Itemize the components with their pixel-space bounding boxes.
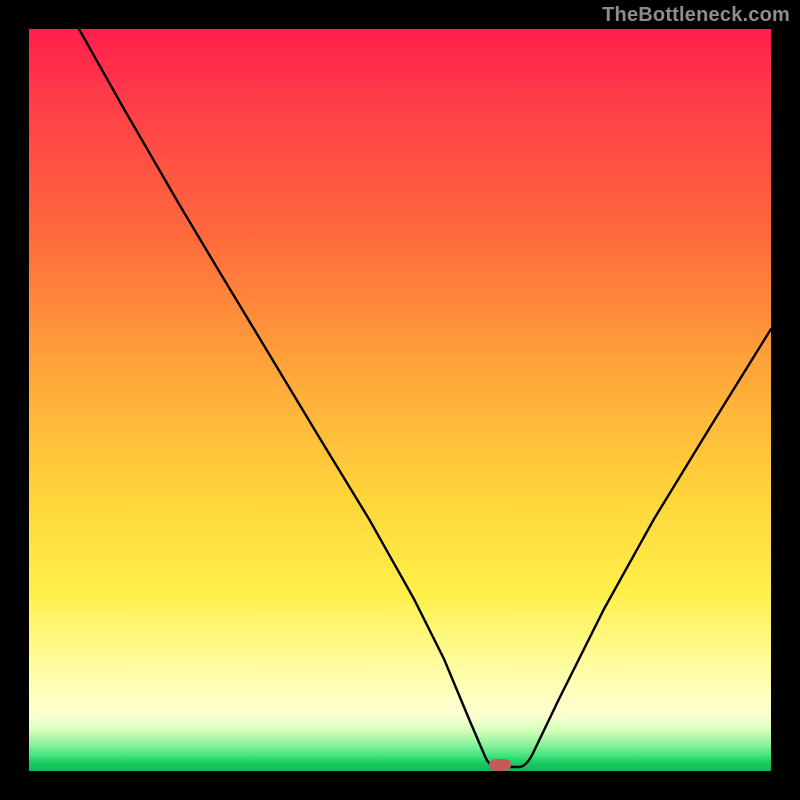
- plot-area: [29, 29, 771, 771]
- watermark-text: TheBottleneck.com: [602, 4, 790, 27]
- optimum-marker: [489, 759, 511, 771]
- bottleneck-curve-path: [79, 29, 771, 767]
- chart-frame: TheBottleneck.com: [0, 0, 800, 800]
- bottleneck-curve: [29, 29, 771, 771]
